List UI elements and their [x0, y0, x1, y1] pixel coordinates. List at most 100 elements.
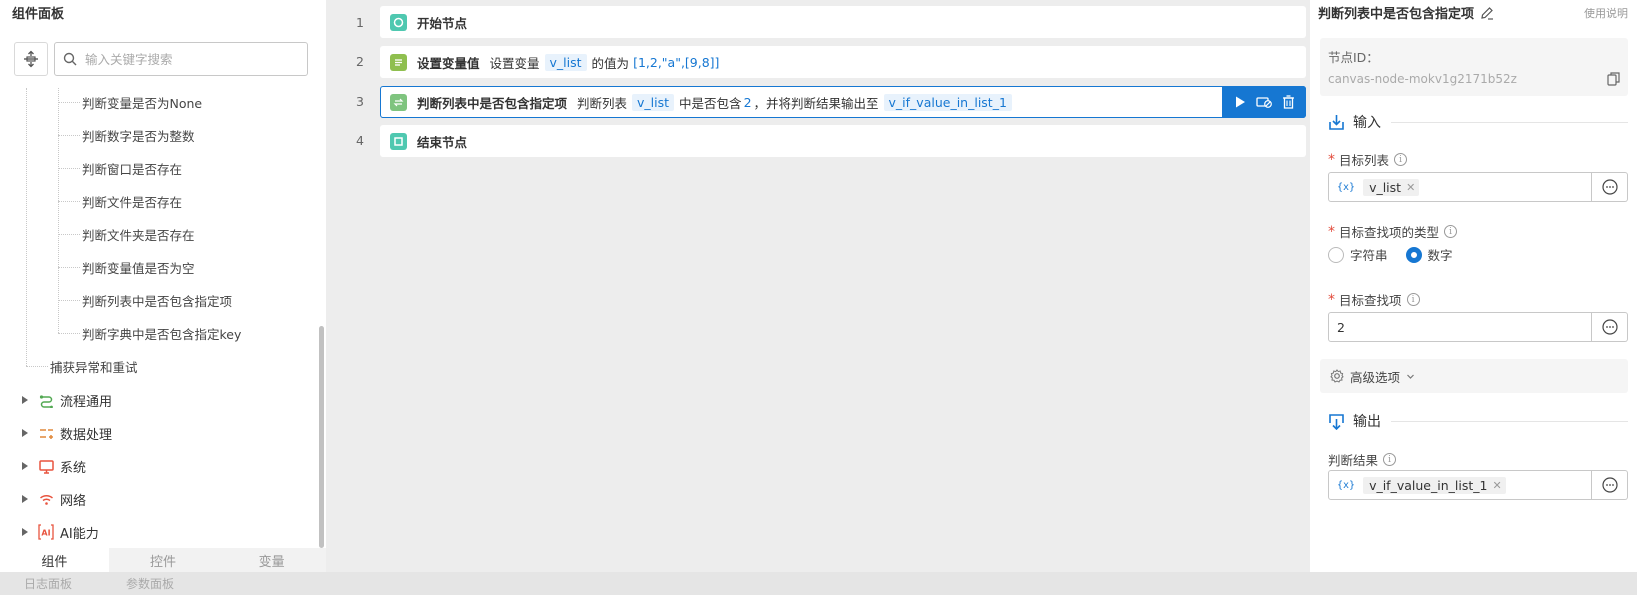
node-list-contains[interactable]: 判断列表中是否包含指定项 判断列表 v_list 中是否包含 2 ，并将判断结果… — [380, 86, 1306, 118]
more-options-button[interactable] — [1592, 172, 1628, 202]
category-network[interactable]: 网络 — [20, 488, 86, 510]
result-field[interactable]: {x} v_if_value_in_list_1 ✕ — [1328, 470, 1628, 500]
component-panel-title: 组件面板 — [12, 7, 65, 22]
radio-button-selected[interactable] — [1405, 246, 1422, 263]
flow-icon — [38, 392, 54, 408]
collapse-icon — [24, 50, 38, 68]
tree-item[interactable]: 判断变量值是否为空 — [58, 257, 195, 277]
more-icon — [1601, 319, 1618, 335]
category-label: 网络 — [60, 493, 87, 509]
row-number: 3 — [356, 94, 364, 109]
node-title: 结束节点 — [417, 134, 468, 150]
node-desc-text: 判断列表 — [577, 95, 628, 111]
search-icon — [63, 52, 77, 66]
advanced-options-label: 高级选项 — [1350, 369, 1401, 385]
target-list-label: * 目标列表 i — [1328, 150, 1408, 169]
output-variable-chip: v_if_value_in_list_1 — [883, 93, 1012, 111]
run-icon[interactable] — [1231, 93, 1249, 111]
search-input[interactable] — [85, 51, 285, 67]
tree-item-catch-retry[interactable]: 捕获异常和重试 — [26, 356, 138, 376]
variable-tag: v_list ✕ — [1363, 178, 1420, 196]
output-icon — [1328, 413, 1345, 430]
tree-item[interactable]: 判断字典中是否包含指定key — [58, 323, 241, 343]
tab-components[interactable]: 组件 — [0, 548, 109, 572]
search-item-label: * 目标查找项 i — [1328, 290, 1420, 309]
edit-icon[interactable] — [1480, 6, 1494, 20]
tree-item[interactable]: 判断列表中是否包含指定项 — [58, 290, 232, 310]
gear-icon — [1330, 369, 1344, 383]
end-icon — [390, 132, 407, 150]
category-system[interactable]: 系统 — [20, 455, 86, 477]
target-list-field[interactable]: {x} v_list ✕ — [1328, 172, 1628, 202]
tree-item[interactable]: 判断文件夹是否存在 — [58, 224, 195, 244]
variable-fx-icon: {x} — [1337, 181, 1356, 193]
target-list-input[interactable]: {x} v_list ✕ — [1328, 172, 1592, 202]
more-options-button[interactable] — [1592, 470, 1628, 500]
info-icon[interactable]: i — [1383, 453, 1397, 466]
monitor-icon — [38, 458, 54, 474]
more-options-button[interactable] — [1592, 312, 1628, 342]
copy-icon[interactable] — [1607, 72, 1620, 90]
tree-item[interactable]: 判断变量是否为None — [58, 92, 202, 112]
advanced-options-toggle[interactable]: 高级选项 — [1320, 359, 1628, 393]
radio-button[interactable] — [1328, 246, 1344, 263]
node-value: 2 — [743, 94, 752, 110]
remove-tag-icon[interactable]: ✕ — [1406, 181, 1415, 194]
category-label: 流程通用 — [60, 394, 113, 410]
tree-item[interactable]: 判断窗口是否存在 — [58, 158, 182, 178]
tab-log-panel[interactable]: 日志面板 — [24, 575, 72, 592]
label-text: 目标查找项 — [1339, 293, 1402, 308]
radio-option-number[interactable]: 数字 — [1405, 245, 1453, 264]
caret-right-icon — [22, 462, 28, 470]
tree-guide-line — [26, 88, 27, 366]
node-title: 设置变量值 — [417, 55, 480, 71]
svg-text:AI: AI — [41, 529, 50, 538]
required-mark: * — [1328, 223, 1335, 240]
tree-item[interactable]: 判断数字是否为整数 — [58, 125, 195, 145]
node-desc-text: 中是否包含 — [679, 95, 742, 111]
node-desc-text: 的值为 — [591, 55, 630, 71]
output-section-header: 输出 — [1328, 411, 1628, 431]
search-item-field[interactable]: 2 — [1328, 312, 1628, 342]
category-data-process[interactable]: 数据处理 — [20, 422, 112, 444]
collapse-toggle-button[interactable] — [14, 42, 48, 76]
data-process-icon — [38, 425, 54, 441]
search-type-radio-group: 字符串 数字 — [1328, 245, 1471, 264]
info-icon[interactable]: i — [1394, 153, 1408, 166]
flow-canvas: 1 开始节点 2 设置变量值 设置变量 v_list 的值为 [1,2,"a",… — [326, 0, 1310, 572]
radio-label: 数字 — [1427, 248, 1453, 263]
left-scrollbar[interactable] — [319, 326, 324, 548]
disable-node-icon[interactable] — [1255, 93, 1273, 111]
node-title: 开始节点 — [417, 15, 468, 31]
tree-item[interactable]: 判断文件是否存在 — [58, 191, 182, 211]
delete-icon[interactable] — [1279, 93, 1297, 111]
start-icon — [390, 13, 407, 31]
input-section-header: 输入 — [1328, 112, 1628, 132]
usage-help-link[interactable]: 使用说明 — [1584, 5, 1628, 21]
category-flow[interactable]: 流程通用 — [20, 389, 112, 411]
node-id-value: canvas-node-mokv1g2171b52z — [1328, 72, 1517, 86]
chevron-down-icon — [1407, 374, 1414, 379]
properties-title: 判断列表中是否包含指定项 — [1318, 3, 1494, 22]
search-box[interactable] — [54, 42, 308, 76]
info-icon[interactable]: i — [1406, 293, 1420, 306]
category-ai[interactable]: AI AI能力 — [20, 521, 99, 543]
properties-title-text: 判断列表中是否包含指定项 — [1318, 7, 1475, 22]
tab-param-panel[interactable]: 参数面板 — [126, 575, 174, 592]
set-variable-icon — [390, 53, 407, 71]
remove-tag-icon[interactable]: ✕ — [1492, 479, 1501, 492]
search-item-input[interactable]: 2 — [1328, 312, 1592, 342]
result-input[interactable]: {x} v_if_value_in_list_1 ✕ — [1328, 470, 1592, 500]
radio-option-string[interactable]: 字符串 — [1328, 245, 1388, 264]
info-icon[interactable]: i — [1444, 225, 1458, 238]
node-end[interactable]: 结束节点 — [380, 125, 1306, 157]
tab-variables[interactable]: 变量 — [217, 548, 326, 572]
divider — [1391, 121, 1628, 123]
category-label: 数据处理 — [60, 427, 113, 443]
required-mark: * — [1328, 151, 1335, 168]
tab-controls[interactable]: 控件 — [109, 548, 218, 572]
node-set-variable[interactable]: 设置变量值 设置变量 v_list 的值为 [1,2,"a",[9,8]] — [380, 46, 1306, 78]
node-desc-text: ，并将判断结果输出至 — [753, 95, 879, 111]
node-start[interactable]: 开始节点 — [380, 6, 1306, 38]
category-label: 系统 — [60, 460, 87, 476]
